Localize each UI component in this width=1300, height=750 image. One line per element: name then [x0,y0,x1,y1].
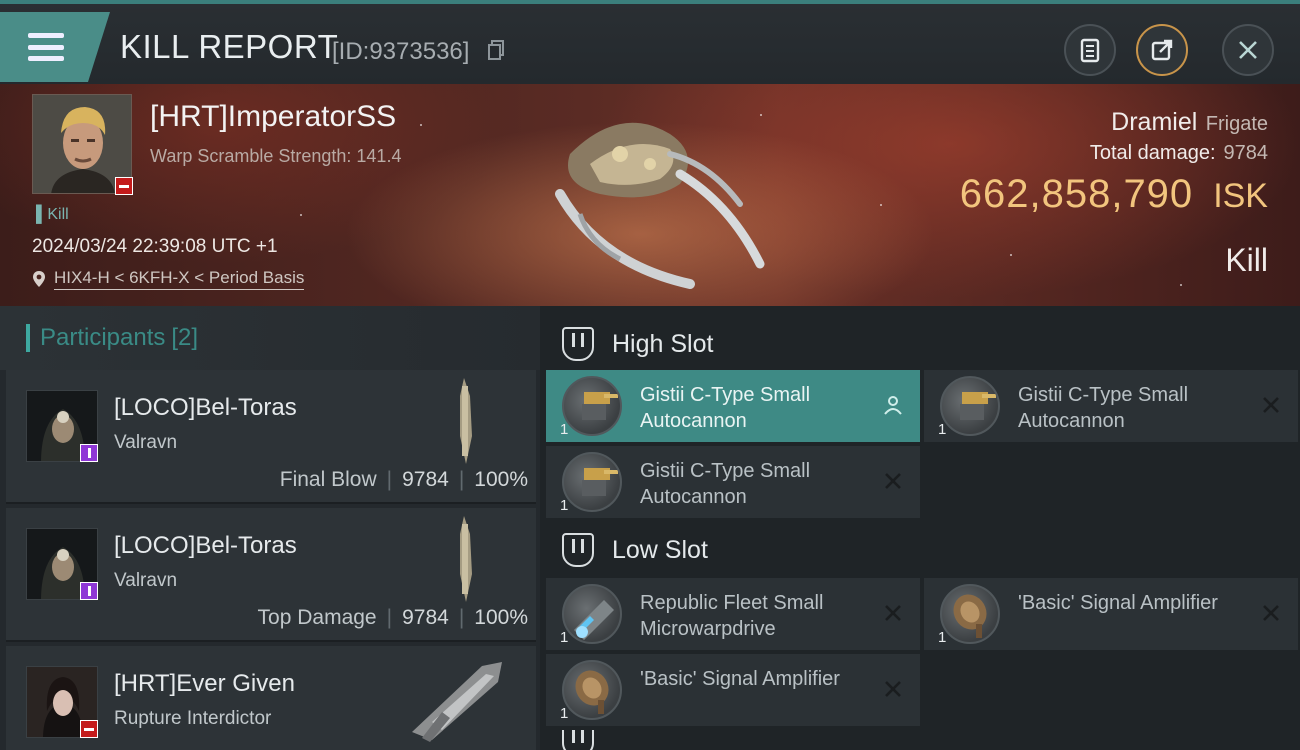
module-name: 'Basic' Signal Amplifier [640,668,840,690]
location-link[interactable]: HIX4-H < 6KFH-X < Period Basis [54,268,305,290]
close-icon [1239,41,1257,59]
x-icon [1263,397,1279,413]
participant-percent: 100% [474,606,528,629]
x-icon [1263,605,1279,621]
module-quantity: 1 [938,629,947,646]
participant-damage: 9784 [402,606,449,629]
location-pin-icon [33,271,45,287]
corp-badge [80,444,98,462]
low-slot-header: Low Slot [540,518,1300,582]
kill-datetime: 2024/03/24 22:39:08 UTC +1 [32,236,278,257]
module-quantity: 1 [560,629,569,646]
signal-amplifier-icon [940,584,1000,644]
result-label: Kill [1225,242,1268,278]
copy-icon[interactable] [488,40,504,60]
participants-header: Participants [2] [0,306,540,370]
module-quantity: 1 [938,421,947,438]
participant-name[interactable]: [LOCO]Bel-Toras [114,532,297,560]
module-name: Republic Fleet Small Microwarpdrive [640,592,824,640]
slot-icon [562,533,594,567]
location-row[interactable]: HIX4-H < 6KFH-X < Period Basis [32,268,305,290]
participant-role: Final Blow [279,468,377,491]
participant-percent: 100% [474,468,528,491]
fitting-panel: High Slot 1 Gistii C-Type Small Autocann… [540,306,1300,750]
module-name: Gistii C-Type Small Autocannon [1018,384,1189,432]
victim-name[interactable]: [HRT]ImperatorSS [150,100,396,134]
corp-badge [115,177,133,195]
next-slot-header [540,730,1300,750]
participant-role: Top Damage [257,606,377,629]
participant-ship-image [460,516,472,602]
module-item[interactable]: 1 Gistii C-Type Small Autocannon [546,446,920,518]
total-damage-row: Total damage: 9784 [1090,142,1268,165]
page-title: KILL REPORT [120,28,339,65]
participants-count: [2] [171,324,199,351]
report-id: [ID:9373536] [332,38,470,65]
warp-scramble-strength: Warp Scramble Strength: 141.4 [150,146,402,166]
module-item[interactable]: 1 Gistii C-Type Small Autocannon [546,370,920,442]
total-damage-value: 9784 [1223,142,1269,164]
participants-panel: Participants [2] [LOCO]Bel-Toras Valravn… [0,306,540,750]
victim-ship-row: Dramiel Frigate [1111,108,1268,137]
participant-ship-image [460,378,472,464]
module-name: Gistii C-Type Small Autocannon [640,460,811,508]
x-icon [885,473,901,489]
module-quantity: 1 [560,497,569,514]
participant-stats: Top Damage | 9784 | 100% [257,606,528,629]
isk-row: 662,858,790 ISK [960,172,1268,217]
total-damage-label: Total damage: [1089,142,1216,164]
microwarpdrive-icon [562,584,622,644]
victim-ship-name[interactable]: Dramiel [1111,108,1197,136]
module-item[interactable]: 1 'Basic' Signal Amplifier [546,654,920,726]
clipboard-icon [1080,38,1100,63]
corp-badge [80,582,98,600]
slot-icon [562,327,594,361]
module-item[interactable]: 1 'Basic' Signal Amplifier [924,578,1298,650]
victim-ship-image [555,122,765,289]
participant-ship: Valravn [114,570,178,591]
participant-card[interactable]: [HRT]Ever Given Rupture Interdictor [6,646,536,750]
participant-ship: Valravn [114,432,178,453]
isk-value: 662,858,790 [959,172,1194,216]
high-slot-title: High Slot [612,329,714,358]
autocannon-icon [562,452,622,512]
participant-damage: 9784 [402,468,449,491]
clipboard-button[interactable] [1064,24,1116,76]
share-icon [1151,39,1173,61]
kill-tag: ▌Kill [36,206,69,223]
victim-ship-class: Frigate [1205,113,1268,135]
participant-name[interactable]: [HRT]Ever Given [114,670,295,698]
menu-button[interactable] [0,12,110,82]
participant-stats: Final Blow | 9784 | 100% [279,468,528,491]
participant-card[interactable]: [LOCO]Bel-Toras Valravn Top Damage | 978… [6,508,536,642]
slot-icon [562,730,594,750]
x-icon [885,681,901,697]
x-icon [885,605,901,621]
module-name: Gistii C-Type Small Autocannon [640,384,811,432]
module-quantity: 1 [560,421,569,438]
high-slot-header: High Slot [540,312,1300,376]
isk-unit: ISK [1213,177,1268,215]
autocannon-icon [562,376,622,436]
participant-ship-image [412,662,502,742]
module-quantity: 1 [560,705,569,722]
share-button[interactable] [1136,24,1188,76]
participant-name[interactable]: [LOCO]Bel-Toras [114,394,297,422]
person-icon [884,396,902,415]
menu-icon [28,33,64,61]
participant-ship: Rupture Interdictor [114,708,272,729]
participant-card[interactable]: [LOCO]Bel-Toras Valravn Final Blow | 978… [6,370,536,504]
close-button[interactable] [1222,24,1274,76]
autocannon-icon [940,376,1000,436]
module-item[interactable]: 1 Gistii C-Type Small Autocannon [924,370,1298,442]
victim-banner: [HRT]ImperatorSS Warp Scramble Strength:… [0,84,1300,306]
low-slot-title: Low Slot [612,535,708,564]
top-bar: KILL REPORT [ID:9373536] [0,0,1300,84]
signal-amplifier-icon [562,660,622,720]
participants-label: Participants [40,324,166,351]
module-name: 'Basic' Signal Amplifier [1018,592,1218,614]
module-item[interactable]: 1 Republic Fleet Small Microwarpdrive [546,578,920,650]
corp-badge [80,720,98,738]
